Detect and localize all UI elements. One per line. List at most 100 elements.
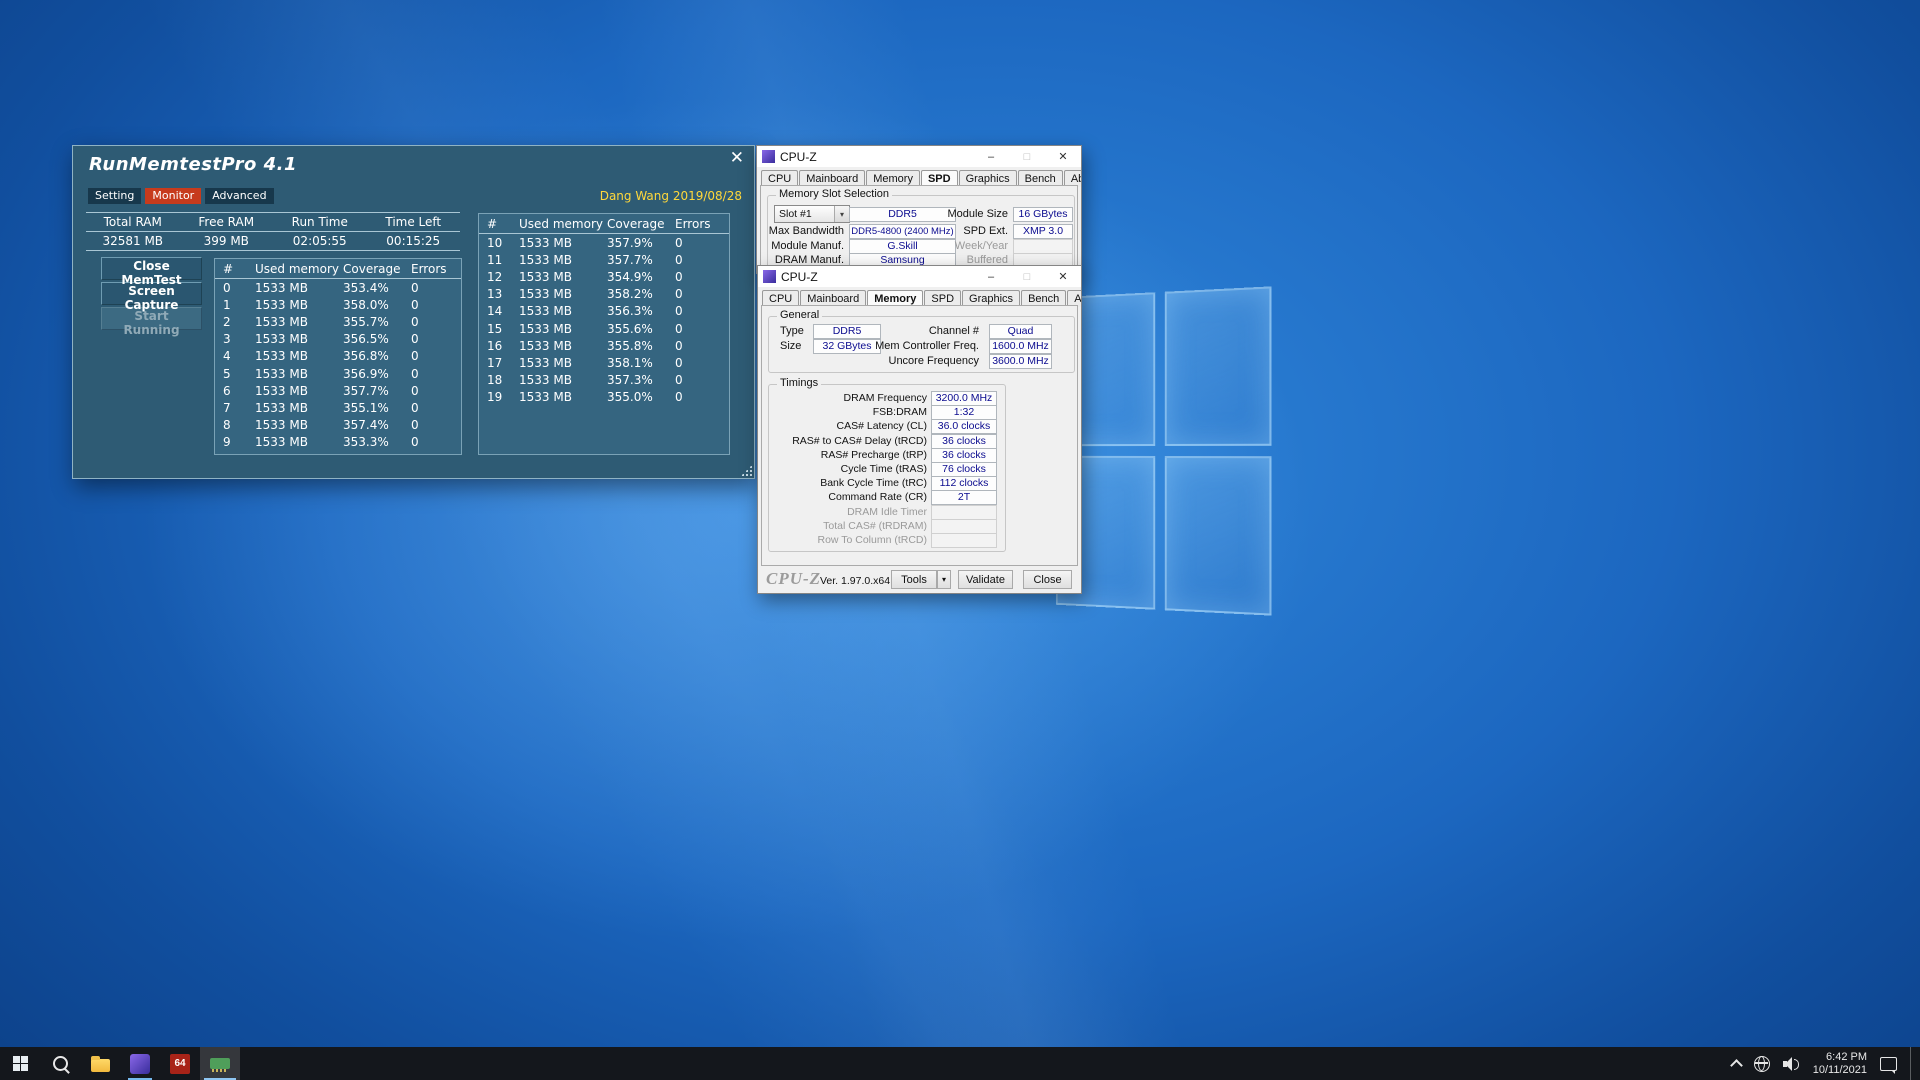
used-memory: 1533 MB (519, 270, 607, 284)
tab-monitor[interactable]: Monitor (145, 188, 201, 204)
coverage: 355.7% (343, 315, 411, 329)
tab-page-memory: General Type DDR5 Size 32 GBytes Channel… (761, 305, 1078, 566)
errors: 0 (675, 322, 725, 336)
timing-value: 3200.0 MHz (931, 391, 997, 406)
row-index: 12 (487, 270, 519, 284)
memtest-table-row: 121533 MB354.9%0 (479, 268, 729, 285)
errors: 0 (411, 315, 461, 329)
uncore-frequency-field: 3600.0 MHz (989, 354, 1052, 369)
coverage: 356.5% (343, 332, 411, 346)
file-explorer-button[interactable] (80, 1047, 120, 1080)
taskbar: 64 6:42 PM 10/11/2021 (0, 1047, 1920, 1080)
minimize-icon[interactable]: – (973, 266, 1009, 287)
titlebar[interactable]: CPU-Z – □ ✕ (758, 266, 1081, 287)
timing-label: FSB:DRAM (769, 406, 927, 418)
timing-value: 36 clocks (931, 448, 997, 463)
stats-header: Run Time (273, 215, 367, 229)
type-label: Type (780, 325, 804, 337)
volume-icon[interactable] (1783, 1057, 1800, 1071)
column-header: Errors (675, 217, 725, 231)
memtest-table-row: 171533 MB358.1%0 (479, 354, 729, 371)
screen-capture-button[interactable]: Screen Capture (101, 282, 202, 305)
cpuz-taskbar-button[interactable] (120, 1047, 160, 1080)
tab-advanced[interactable]: Advanced (205, 188, 273, 204)
memtest-table-left: #Used memoryCoverageErrors 01533 MB353.4… (214, 258, 462, 455)
time-left-value: 00:15:25 (367, 234, 461, 248)
errors: 0 (411, 418, 461, 432)
tools-button[interactable]: Tools (891, 570, 937, 589)
stats-header: Free RAM (180, 215, 274, 229)
row-index: 18 (487, 373, 519, 387)
used-memory: 1533 MB (255, 281, 343, 295)
coverage: 356.9% (343, 367, 411, 381)
cpuz-icon (762, 150, 775, 163)
titlebar[interactable]: CPU-Z – □ ✕ (757, 146, 1081, 167)
row-index: 7 (223, 401, 255, 415)
used-memory: 1533 MB (255, 418, 343, 432)
memtest-table-row: 191533 MB355.0%0 (479, 389, 729, 406)
close-icon[interactable]: ✕ (1045, 146, 1081, 167)
close-button[interactable]: Close (1023, 570, 1072, 589)
close-icon[interactable]: ✕ (1045, 266, 1081, 287)
errors: 0 (675, 339, 725, 353)
tools-dropdown-icon[interactable]: ▾ (937, 570, 951, 589)
action-center-icon[interactable] (1880, 1057, 1897, 1071)
minimize-icon[interactable]: – (973, 146, 1009, 167)
folder-icon (91, 1059, 110, 1072)
column-header: Coverage (607, 217, 675, 231)
maximize-icon[interactable]: □ (1009, 146, 1045, 167)
desktop: RunMemtestPro 4.1 ✕ SettingMonitorAdvanc… (0, 0, 1920, 1080)
chevron-down-icon: ▾ (834, 206, 849, 222)
search-button[interactable] (40, 1047, 80, 1080)
show-desktop-button[interactable] (1910, 1047, 1916, 1080)
timing-value (931, 533, 997, 548)
general-group: General Type DDR5 Size 32 GBytes Channel… (768, 316, 1075, 373)
clock[interactable]: 6:42 PM 10/11/2021 (1813, 1051, 1867, 1077)
windows-logo-pane (1165, 286, 1272, 446)
timing-row: Bank Cycle Time (tRC)112 clocks (769, 476, 1005, 490)
start-running-button[interactable]: Start Running (101, 307, 202, 330)
maximize-icon[interactable]: □ (1009, 266, 1045, 287)
window-title: CPU-Z (780, 150, 817, 164)
timing-label: Cycle Time (tRAS) (769, 463, 927, 475)
timing-label: Row To Column (tRCD) (769, 534, 927, 546)
errors: 0 (411, 384, 461, 398)
validate-button[interactable]: Validate (958, 570, 1013, 589)
coverage: 356.8% (343, 349, 411, 363)
memory-slot-selection-group: Memory Slot Selection Slot #1 ▾ DDR5 Mod… (767, 195, 1075, 272)
column-header: Coverage (343, 262, 411, 276)
runmemtestpro-taskbar-button[interactable] (200, 1047, 240, 1080)
cpuz-footer: CPU-Z Ver. 1.97.0.x64 Tools ▾ Validate C… (758, 566, 1081, 593)
memtest-table-row: 41533 MB356.8%0 (215, 348, 461, 365)
timing-label: RAS# Precharge (tRP) (769, 449, 927, 461)
week-year-label: Week/Year (918, 240, 1008, 252)
hidden-icons-chevron[interactable] (1730, 1059, 1743, 1072)
coverage: 355.6% (607, 322, 675, 336)
timing-row: Total CAS# (tRDRAM) (769, 519, 1005, 533)
timing-value (931, 519, 997, 534)
windows-logo-pane (1165, 456, 1272, 616)
row-index: 11 (487, 253, 519, 267)
close-icon[interactable]: ✕ (730, 148, 744, 168)
memtest-table-row: 21533 MB355.7%0 (215, 313, 461, 330)
memtest-table-row: 61533 MB357.7%0 (215, 382, 461, 399)
start-button[interactable] (0, 1047, 40, 1080)
errors: 0 (411, 298, 461, 312)
windows-start-icon (13, 1056, 28, 1071)
errors: 0 (675, 390, 725, 404)
memtest64-taskbar-button[interactable]: 64 (160, 1047, 200, 1080)
cpuz-app-icon (130, 1054, 150, 1074)
runmemtestpro-window: RunMemtestPro 4.1 ✕ SettingMonitorAdvanc… (72, 145, 755, 479)
coverage: 358.2% (607, 287, 675, 301)
used-memory: 1533 MB (519, 390, 607, 404)
timing-label: DRAM Frequency (769, 392, 927, 404)
column-header: # (487, 217, 519, 231)
resize-grip[interactable] (741, 465, 752, 476)
close-memtest-button[interactable]: Close MemTest (101, 257, 202, 280)
slot-select-dropdown[interactable]: Slot #1 ▾ (774, 205, 850, 223)
tab-setting[interactable]: Setting (88, 188, 141, 204)
mem-controller-freq-label: Mem Controller Freq. (869, 340, 979, 352)
timing-row: DRAM Frequency 3200.0 MHz (769, 391, 1005, 405)
author-credit: Dang Wang 2019/08/28 (600, 189, 742, 203)
network-icon[interactable] (1754, 1056, 1770, 1072)
